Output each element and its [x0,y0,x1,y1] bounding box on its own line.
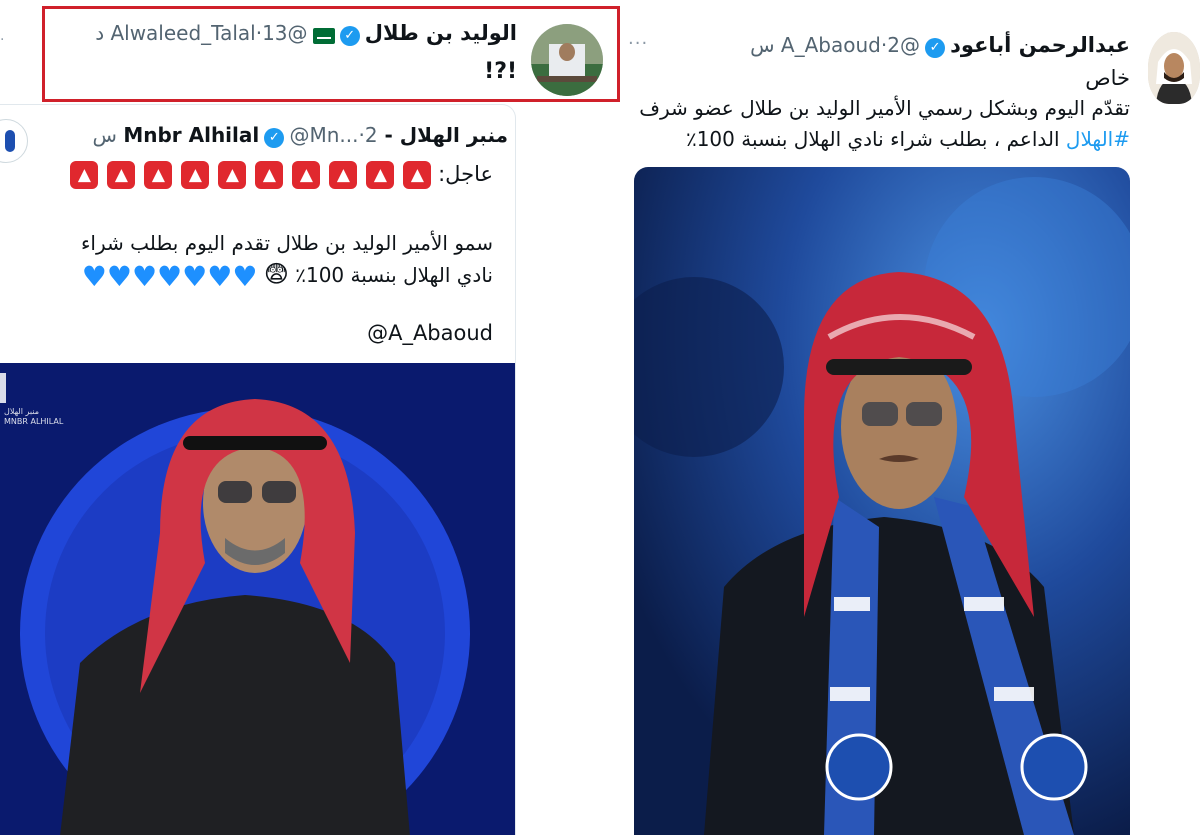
tweet-body-line2: #الهلال الداعم ، بطلب شراء نادي الهلال ب… [630,127,1130,151]
hashtag-link[interactable]: #الهلال [1066,127,1130,151]
blue-heart-emoji-icon: ♥ [106,260,132,293]
police-siren-emoji-icon: ▲ [107,161,136,189]
police-siren-emoji-icon: ▲ [144,161,173,189]
blue-heart-emoji-row: ♥♥♥♥♥♥♥ [82,260,258,293]
right-tweet: عبدالرحمن أباعود ✓ @A_Abaoud·2 س ··· خاص… [620,0,1200,835]
quoted-body-line1: سمو الأمير الوليد بن طلال تقدم اليوم بطل… [81,231,493,255]
author-name[interactable]: عبدالرحمن أباعود [950,33,1130,57]
tweet-body: !?! [484,59,517,84]
author-handle[interactable]: @A_Abaoud [781,33,920,57]
avatar-photo [1148,32,1200,104]
author-name[interactable]: الوليد بن طلال [365,21,517,45]
blue-heart-emoji-icon: ♥ [157,260,183,293]
police-siren-emoji-icon: ▲ [329,161,358,189]
highlighted-tweet-box[interactable]: الوليد بن طلال ✓ @Alwaleed_Talal·13 د !?… [42,6,620,102]
blue-heart-emoji-icon: ♥ [182,260,208,293]
tweet-header: الوليد بن طلال ✓ @Alwaleed_Talal·13 د [67,21,517,46]
tweet-header: منبر الهلال - Mnbr Alhilal ✓ @Mn...·2 س [38,123,508,148]
police-siren-emoji-icon: ▲ [70,161,99,189]
brand-watermark-arabic: منبر الهلال [4,407,40,416]
mnbr-logo-icon [5,130,15,152]
tweet-body-line1: تقدّم اليوم وبشكل رسمي الأمير الوليد بن … [639,96,1130,120]
quoted-body-line2: نادي الهلال بنسبة 100٪ 😨 ♥♥♥♥♥♥♥ [3,260,493,293]
prince-poster-image [0,363,515,835]
prince-photo-image [634,167,1130,835]
blue-heart-emoji-icon: ♥ [232,260,258,293]
partial-more-icon: ⋅ [0,32,5,48]
author-handle[interactable]: @Mn... [289,123,358,147]
saudi-flag-icon [312,27,335,44]
verified-badge-icon: ✓ [264,127,285,148]
police-siren-emoji-icon: ▲ [292,161,321,189]
avatar-photo [531,24,603,96]
brand-watermark-latin: MNBR ALHILAL [4,417,64,426]
blue-heart-emoji-icon: ♥ [81,260,107,293]
quoted-tweet-photo[interactable]: منبر الهلال MNBR ALHILAL [0,363,515,835]
author-avatar[interactable] [0,119,28,163]
police-siren-emoji-icon: ▲ [255,161,284,189]
verified-badge-icon: ✓ [339,25,360,46]
alert-label: عاجل: [438,162,493,186]
police-siren-emoji-icon: ▲ [403,161,432,189]
alert-line: عاجل: ▲ ▲ ▲ ▲ ▲ ▲ ▲ ▲ ▲ ▲ [13,161,493,189]
police-siren-emoji-icon: ▲ [218,161,247,189]
author-avatar[interactable] [1148,32,1200,104]
police-siren-emoji-icon: ▲ [366,161,395,189]
more-options-icon[interactable]: ··· [628,33,648,54]
blue-heart-emoji-icon: ♥ [207,260,233,293]
tweet-header: عبدالرحمن أباعود ✓ @A_Abaoud·2 س [660,33,1130,58]
author-avatar[interactable] [531,24,603,96]
mention-link[interactable]: @A_Abaoud [367,321,493,345]
verified-badge-icon: ✓ [925,37,946,58]
siren-emoji-row: ▲ ▲ ▲ ▲ ▲ ▲ ▲ ▲ ▲ ▲ [61,161,432,189]
tweet-photo[interactable] [634,167,1130,835]
shocked-face-emoji: 😨 [263,260,289,288]
quoted-tweet-card[interactable]: منبر الهلال - Mnbr Alhilal ✓ @Mn...·2 س … [0,104,516,835]
brand-watermark: منبر الهلال MNBR ALHILAL [4,407,63,427]
tweet-body-rest: الداعم ، بطلب شراء نادي الهلال بنسبة 100… [685,127,1066,151]
blue-heart-emoji-icon: ♥ [131,260,158,293]
quoted-body-text: نادي الهلال بنسبة 100٪ [295,263,493,287]
tweet-label: خاص [1085,66,1130,90]
police-siren-emoji-icon: ▲ [181,161,210,189]
